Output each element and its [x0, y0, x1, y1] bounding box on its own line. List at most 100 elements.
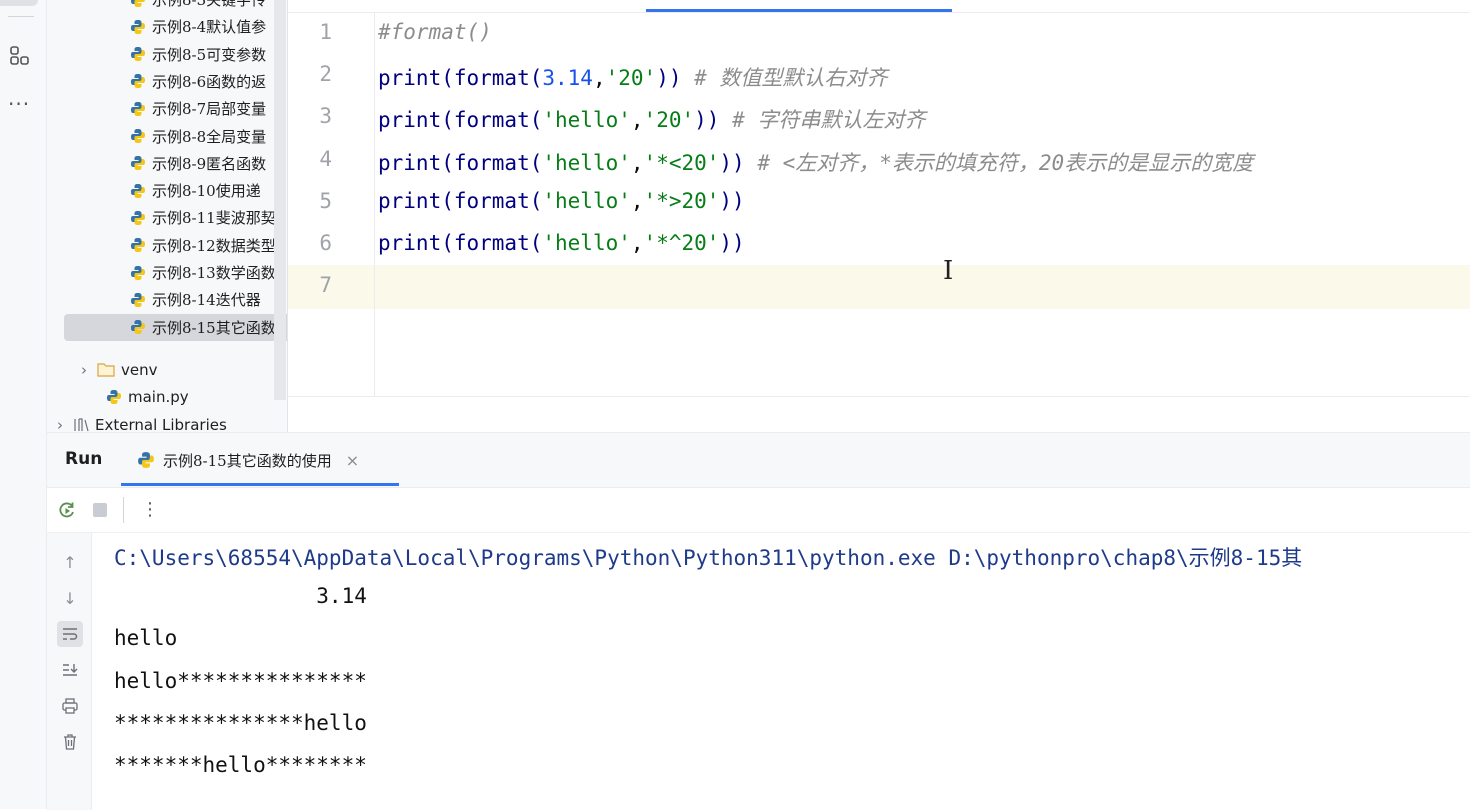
scroll-down-icon[interactable]: ↓ [57, 585, 83, 611]
tree-item-label: 示例8-13数学函数 [152, 264, 276, 282]
tree-item-label: 示例8-5可变参数 [152, 45, 267, 64]
tree-item-label: 示例8-14迭代器 [152, 291, 261, 310]
python-file-icon [131, 320, 145, 335]
tree-item-venv[interactable]: › venv [81, 356, 158, 383]
code-line[interactable]: #format() [378, 20, 492, 44]
folder-icon [97, 363, 115, 377]
code-token: , [630, 231, 644, 255]
code-token: # <左对齐，*表示的填充符，20表示的是显示的宽度 [744, 150, 1254, 175]
run-panel: Run 示例8-15其它函数的使用 × ⋮ ↑ ↓ C:\Users\68554… [47, 432, 1470, 810]
code-line[interactable]: print(format('hello','20')) # 字符串默认左对齐 [378, 104, 925, 134]
code-token: 'hello' [542, 188, 631, 213]
tree-item-file[interactable]: 示例8-8全局变量 [130, 123, 266, 150]
line-number: 7 [319, 273, 332, 298]
line-number: 3 [319, 104, 332, 129]
console-output-line: hello [114, 626, 178, 651]
tree-item-file[interactable]: 示例8-4默认值参 [130, 13, 266, 40]
tree-item-label: 示例8-11斐波那契 [152, 209, 276, 228]
code-token: print(format( [378, 66, 543, 91]
line-number: 5 [319, 188, 332, 213]
python-file-icon [131, 47, 145, 62]
active-tab-indicator [646, 9, 952, 12]
code-token: '*^20' [643, 231, 720, 255]
run-tab-indicator [121, 483, 399, 486]
code-token: # 数值型默认右对齐 [681, 66, 888, 91]
tool-window-strip: ··· [0, 0, 47, 809]
close-icon[interactable]: × [346, 451, 359, 470]
scroll-up-icon[interactable]: ↑ [57, 549, 83, 575]
console-command-line: C:\Users\68554\AppData\Local\Programs\Py… [114, 546, 1303, 570]
print-icon[interactable] [57, 693, 83, 719]
soft-wrap-icon[interactable] [57, 621, 83, 647]
code-line[interactable]: print(format('hello','*>20')) [378, 189, 745, 213]
code-line[interactable]: print(format('hello','*^20')) [378, 231, 745, 255]
console-output-line: 3.14 [114, 584, 367, 609]
console-output-line: hello*************** [114, 668, 367, 693]
code-token: )) [656, 66, 682, 91]
python-file-icon [131, 0, 145, 7]
tree-item-file[interactable]: 示例8-12数据类型 [130, 232, 276, 259]
run-title: Run [65, 449, 103, 469]
chevron-right-icon[interactable]: › [57, 416, 63, 433]
tree-item-label: 示例8-7局部变量 [152, 100, 267, 119]
tree-item-file[interactable]: 示例8-3关键字传 [130, 0, 266, 13]
python-file-icon [131, 101, 145, 116]
code-token: , [630, 108, 644, 133]
rerun-icon[interactable] [57, 500, 77, 520]
code-token: )) [694, 108, 720, 133]
code-token: print(format( [378, 150, 543, 175]
code-token: print(format( [378, 231, 543, 255]
tree-item-file[interactable]: 示例8-13数学函数 [130, 259, 276, 286]
code-token: 3.14 [542, 66, 593, 91]
python-file-icon [131, 129, 145, 143]
tree-item-label: 示例8-9匿名函数 [152, 154, 267, 173]
code-token: 'hello' [542, 150, 631, 175]
stop-icon[interactable] [93, 503, 107, 517]
line-number: 2 [319, 62, 332, 87]
tree-item-label: 示例8-8全局变量 [152, 127, 267, 146]
tree-item-file[interactable]: 示例8-14迭代器 [130, 286, 261, 313]
tree-item-label: 示例8-10使用递 [152, 182, 261, 201]
code-line[interactable]: print(format(3.14,'20')) # 数值型默认右对齐 [378, 62, 887, 92]
tree-item-external-libraries[interactable]: › External Libraries [57, 411, 227, 433]
tree-item-file[interactable]: 示例8-5可变参数 [130, 41, 266, 68]
tree-item-file[interactable]: 示例8-10使用递 [130, 177, 261, 204]
code-token: # 字符串默认左对齐 [719, 108, 926, 133]
code-token: )) [719, 188, 745, 213]
python-file-icon [131, 292, 145, 307]
tree-item-file[interactable]: 示例8-6函数的返 [130, 68, 266, 95]
code-token: )) [719, 150, 745, 175]
scroll-to-end-icon[interactable] [57, 657, 83, 683]
code-token: , [630, 150, 644, 175]
structure-icon[interactable] [8, 44, 32, 68]
console-output-line: *******hello******** [114, 753, 367, 777]
tree-item-file[interactable]: 示例8-9匿名函数 [130, 150, 266, 177]
code-token: 'hello' [542, 231, 631, 255]
code-token: #format() [378, 20, 492, 44]
tree-item-main[interactable]: main.py [106, 383, 189, 410]
options-menu-icon[interactable]: ⋮ [141, 499, 159, 520]
code-editor[interactable]: #format() print(format(3.14,'20')) # 数值型默… [288, 0, 1470, 432]
code-token: print(format( [378, 108, 543, 133]
tree-item-file[interactable]: 示例8-7局部变量 [130, 95, 266, 122]
code-token: , [630, 188, 644, 213]
more-tools-icon[interactable]: ··· [8, 94, 30, 114]
project-scrollbar[interactable] [274, 0, 286, 400]
run-config-tab[interactable]: 示例8-15其它函数的使用 × [121, 433, 399, 487]
project-tool-button[interactable] [0, 0, 38, 6]
code-token: 'hello' [542, 108, 631, 133]
library-icon [74, 418, 89, 432]
line-number: 1 [319, 20, 332, 44]
python-file-icon [131, 74, 145, 89]
run-tab-label: 示例8-15其它函数的使用 [163, 451, 332, 470]
tree-item-file[interactable]: 示例8-15其它函数 [64, 313, 287, 341]
code-token: '*<20' [643, 150, 720, 175]
chevron-right-icon[interactable]: › [81, 361, 87, 379]
tree-item-file[interactable]: 示例8-11斐波那契 [130, 204, 276, 231]
text-cursor-icon: I [943, 256, 954, 286]
line-number: 4 [319, 146, 332, 171]
code-line[interactable]: print(format('hello','*<20')) # <左对齐，*表示… [378, 147, 1253, 177]
run-toolbar [47, 488, 1470, 533]
console-output-line: ***************hello [114, 710, 367, 735]
trash-icon[interactable] [57, 729, 83, 755]
